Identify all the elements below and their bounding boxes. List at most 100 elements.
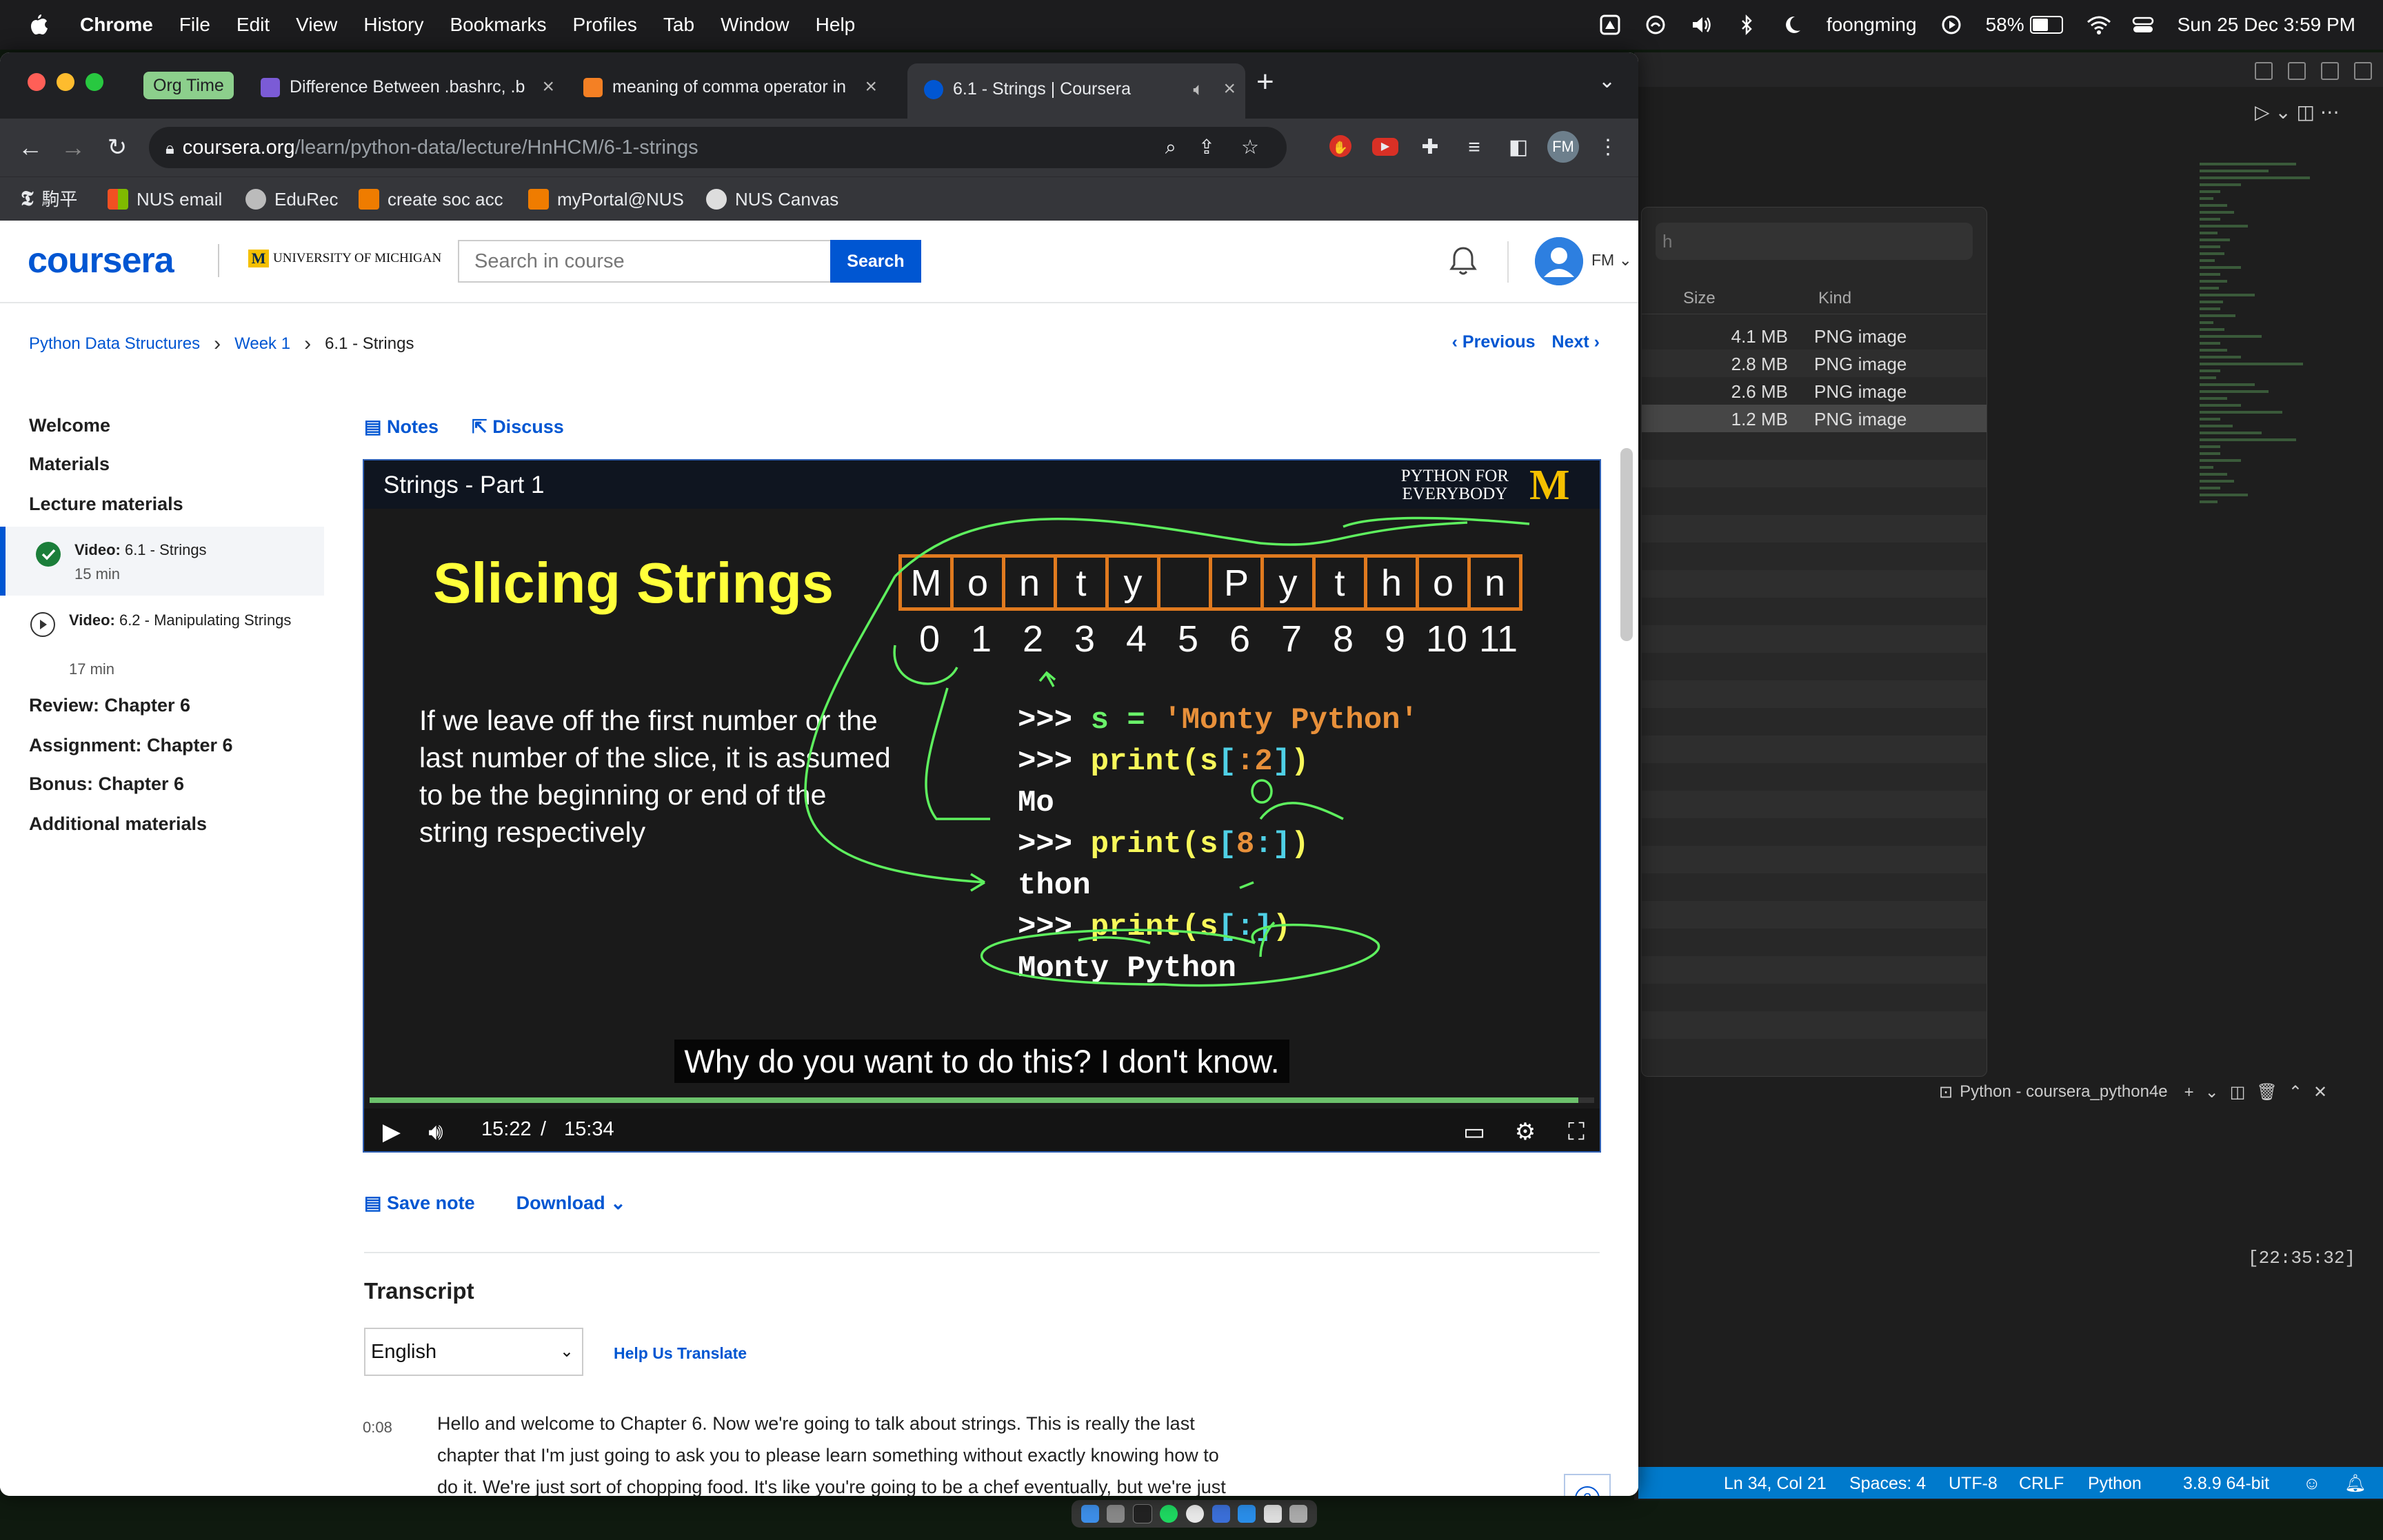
app-menu[interactable]: Chrome <box>80 14 153 36</box>
menu-view[interactable]: View <box>296 14 337 36</box>
menu-history[interactable]: History <box>363 14 423 36</box>
language-select[interactable]: English ⌄ <box>364 1328 583 1376</box>
course-search-input[interactable]: Search in course <box>458 240 830 283</box>
zoom-icon[interactable]: ⌕ <box>1165 127 1176 168</box>
battery-indicator[interactable]: 58% <box>1986 14 2063 36</box>
sidebar-item-bonus[interactable]: Bonus: Chapter 6 <box>29 773 184 795</box>
file-row[interactable]: 2.8 MB PNG image <box>1642 349 1987 377</box>
user-initials[interactable]: FM ⌄ <box>1591 251 1632 270</box>
lock-icon[interactable]: 🔒︎ <box>165 139 174 158</box>
layout-sidebar-icon[interactable] <box>2255 62 2273 80</box>
volume-icon[interactable]: 🔊︎ <box>422 1118 450 1146</box>
menu-edit[interactable]: Edit <box>237 14 270 36</box>
finder-search-input[interactable]: h <box>1656 223 1973 260</box>
file-row-selected[interactable]: 1.2 MB PNG image <box>1642 405 1987 432</box>
editor-minimap[interactable] <box>2200 163 2324 783</box>
terminal-title[interactable]: Python - coursera_python4e <box>1960 1082 2168 1102</box>
vscode-dock-icon[interactable] <box>1238 1505 1256 1523</box>
extension-red-icon[interactable]: ✋ <box>1329 135 1351 157</box>
page-scrollbar[interactable] <box>1620 448 1633 641</box>
play-icon[interactable]: ▶ <box>378 1118 405 1146</box>
tab-search-chevron-icon[interactable]: ⌄ <box>1598 69 1616 93</box>
menu-help[interactable]: Help <box>816 14 856 36</box>
column-kind[interactable]: Kind <box>1818 289 1851 308</box>
notification-bell-icon[interactable]: 🔔︎ <box>2344 1474 2366 1494</box>
focus-icon[interactable] <box>1645 14 1667 36</box>
back-button[interactable]: ← <box>14 131 47 164</box>
settings-gear-icon[interactable]: ⚙ <box>1511 1118 1539 1146</box>
minimize-window-button[interactable] <box>57 73 74 91</box>
layout-panel-icon[interactable] <box>2288 62 2306 80</box>
menu-window[interactable]: Window <box>721 14 790 36</box>
sidebar-video-6-2[interactable]: Video: 6.2 - Manipulating Strings 17 min <box>0 597 324 687</box>
menu-tab[interactable]: Tab <box>663 14 694 36</box>
help-button[interactable]: ? <box>1564 1474 1611 1496</box>
reading-list-icon[interactable]: ≡ <box>1462 135 1487 160</box>
university-logo[interactable]: M UNIVERSITY OF MICHIGAN <box>248 250 441 267</box>
status-encoding[interactable]: UTF-8 <box>1949 1474 1998 1494</box>
transcript-paragraph[interactable]: Hello and welcome to Chapter 6. Now we'r… <box>437 1408 1244 1496</box>
tab-group-chip[interactable]: Org Time <box>143 72 234 99</box>
menu-profiles[interactable]: Profiles <box>573 14 637 36</box>
moon-icon[interactable] <box>1781 14 1803 36</box>
sidebar-item-additional[interactable]: Additional materials <box>29 813 207 835</box>
new-tab-button[interactable]: + <box>1256 65 1274 99</box>
spotify-dock-icon[interactable] <box>1160 1505 1178 1523</box>
bookmark-nyt[interactable]: 𝕿 駒平 <box>21 187 77 212</box>
bookmark-edurec[interactable]: EduRec <box>245 187 339 212</box>
video-player[interactable]: Strings - Part 1 PYTHON FOR EVERYBODY M S… <box>363 459 1601 1153</box>
feedback-icon[interactable]: ☺ <box>2303 1474 2321 1494</box>
status-interpreter[interactable]: 3.8.9 64-bit <box>2183 1474 2269 1494</box>
launchpad-dock-icon[interactable] <box>1107 1505 1125 1523</box>
bookmark-myportal[interactable]: myPortal@NUS <box>528 187 684 212</box>
transcript-timestamp[interactable]: 0:08 <box>363 1419 392 1437</box>
side-panel-icon[interactable]: ◧ <box>1506 135 1531 160</box>
bluetooth-icon[interactable] <box>1736 14 1758 36</box>
apple-icon[interactable] <box>28 13 48 37</box>
close-tab-icon[interactable]: × <box>542 66 554 108</box>
preview-dock-icon[interactable] <box>1263 1505 1282 1523</box>
customize-layout-icon[interactable] <box>2354 62 2372 80</box>
menu-file[interactable]: File <box>179 14 210 36</box>
status-cursor-position[interactable]: Ln 34, Col 21 <box>1724 1474 1827 1494</box>
chrome-profile-avatar[interactable]: FM <box>1547 131 1579 163</box>
terminal-actions[interactable]: +⌄◫🗑︎⌃✕ <box>2184 1082 2339 1102</box>
discuss-button[interactable]: ⇱ Discuss <box>472 416 564 438</box>
status-eol[interactable]: CRLF <box>2019 1474 2064 1494</box>
mail-dock-icon[interactable] <box>1211 1505 1230 1523</box>
file-row[interactable]: 4.1 MB PNG image <box>1642 322 1987 349</box>
extension-video-icon[interactable]: ▶ <box>1372 138 1398 156</box>
notes-button[interactable]: ▤ Notes <box>364 416 439 438</box>
zoom-window-button[interactable] <box>86 73 103 91</box>
terminal-dock-icon[interactable] <box>1132 1504 1152 1523</box>
bookmark-nus-email[interactable]: NUS email <box>108 187 222 212</box>
finder-dock-icon[interactable] <box>1080 1505 1099 1523</box>
screenshot-icon[interactable] <box>1599 14 1621 36</box>
previous-button[interactable]: ‹ Previous <box>1452 332 1536 352</box>
save-note-button[interactable]: ▤ Save note <box>364 1193 475 1214</box>
tab-bashrc[interactable]: Difference Between .bashrc, .b × <box>261 66 564 108</box>
tab-coursera-active[interactable]: 6.1 - Strings | Coursera 🔈︎ × <box>907 63 1245 119</box>
captions-icon[interactable]: ▭ <box>1460 1118 1488 1146</box>
search-button[interactable]: Search <box>830 240 921 283</box>
status-indent[interactable]: Spaces: 4 <box>1849 1474 1926 1494</box>
help-translate-link[interactable]: Help Us Translate <box>614 1344 747 1363</box>
user-avatar-icon[interactable] <box>1535 237 1583 285</box>
sidebar-item-review[interactable]: Review: Chapter 6 <box>29 695 190 716</box>
breadcrumb-course[interactable]: Python Data Structures <box>29 334 200 354</box>
menu-bookmarks[interactable]: Bookmarks <box>450 14 546 36</box>
trash-dock-icon[interactable] <box>1289 1505 1308 1523</box>
download-button[interactable]: Download ⌄ <box>516 1193 626 1214</box>
volume-icon[interactable] <box>1690 14 1712 36</box>
run-icon[interactable]: ▷ ⌄ ◫ ⋯ <box>2255 101 2340 123</box>
bookmark-nus-canvas[interactable]: NUS Canvas <box>706 187 838 212</box>
next-button[interactable]: Next › <box>1552 332 1600 352</box>
progress-bar[interactable] <box>370 1097 1578 1103</box>
sidebar-item-lecture-materials[interactable]: Lecture materials <box>29 494 183 515</box>
menubar-username[interactable]: foongming <box>1827 14 1917 36</box>
layout-secondary-icon[interactable] <box>2321 62 2339 80</box>
sidebar-video-6-1[interactable]: Video: 6.1 - Strings 15 min <box>0 527 324 596</box>
sidebar-item-materials[interactable]: Materials <box>29 454 110 475</box>
status-language[interactable]: Python <box>2088 1474 2142 1494</box>
coursera-logo[interactable]: coursera <box>28 240 174 281</box>
